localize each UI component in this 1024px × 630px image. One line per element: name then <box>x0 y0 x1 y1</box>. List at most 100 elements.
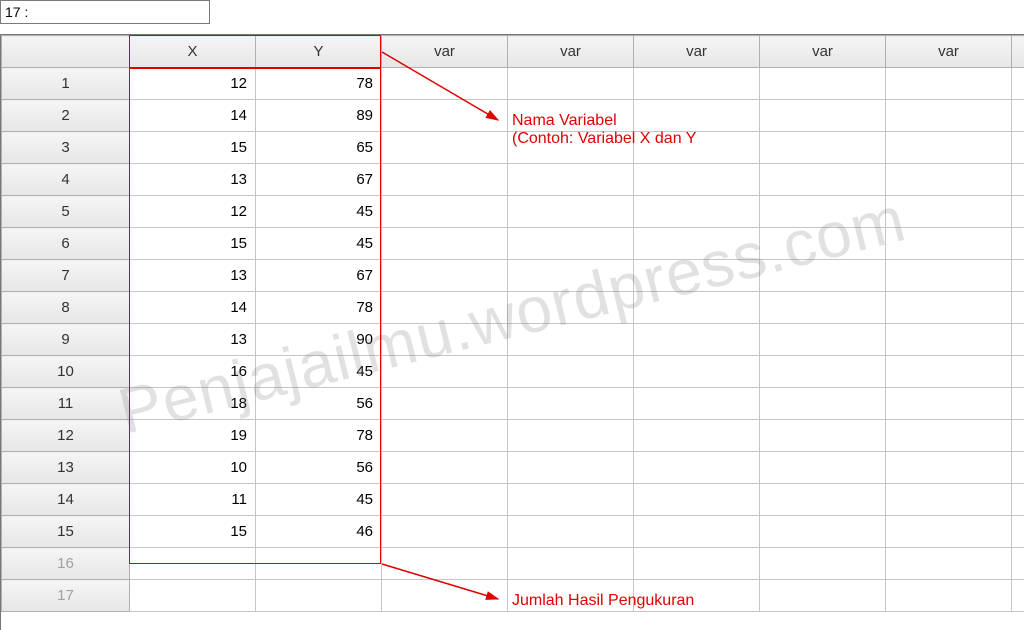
cell-empty[interactable] <box>760 580 886 612</box>
cell-empty[interactable] <box>760 260 886 292</box>
cell-y[interactable]: 46 <box>256 516 382 548</box>
cell-empty[interactable] <box>634 228 760 260</box>
cell-empty[interactable] <box>760 196 886 228</box>
cell-empty[interactable] <box>886 132 1012 164</box>
cell-empty[interactable] <box>508 548 634 580</box>
cell-empty[interactable] <box>1012 164 1024 196</box>
cell-empty[interactable] <box>382 132 508 164</box>
cell-empty[interactable] <box>886 452 1012 484</box>
cell-empty[interactable] <box>760 420 886 452</box>
cell-empty[interactable] <box>382 164 508 196</box>
column-header-x[interactable]: X <box>130 36 256 68</box>
cell-empty[interactable] <box>382 196 508 228</box>
cell-empty[interactable] <box>886 484 1012 516</box>
cell-y[interactable]: 78 <box>256 292 382 324</box>
column-header-var[interactable]: var <box>886 36 1012 68</box>
cell-empty[interactable] <box>1012 580 1024 612</box>
cell-x[interactable]: 15 <box>130 132 256 164</box>
cell-y[interactable]: 67 <box>256 260 382 292</box>
row-header[interactable]: 17 <box>2 580 130 612</box>
cell-empty[interactable] <box>886 548 1012 580</box>
cell-empty[interactable] <box>886 260 1012 292</box>
cell-empty[interactable] <box>382 228 508 260</box>
cell-empty[interactable] <box>886 516 1012 548</box>
cell-empty[interactable] <box>760 228 886 260</box>
cell-empty[interactable] <box>1012 484 1024 516</box>
cell-y[interactable]: 45 <box>256 228 382 260</box>
row-header[interactable]: 11 <box>2 388 130 420</box>
cell-empty[interactable] <box>760 356 886 388</box>
cell-empty[interactable] <box>1012 196 1024 228</box>
column-header-var[interactable]: var <box>382 36 508 68</box>
cell-empty[interactable] <box>508 292 634 324</box>
cell-empty[interactable] <box>760 292 886 324</box>
cell-x[interactable]: 13 <box>130 260 256 292</box>
cell-empty[interactable] <box>634 68 760 100</box>
cell-y[interactable]: 90 <box>256 324 382 356</box>
cell-x[interactable]: 18 <box>130 388 256 420</box>
cell-empty[interactable] <box>1012 228 1024 260</box>
cell-empty[interactable] <box>760 68 886 100</box>
row-header[interactable]: 15 <box>2 516 130 548</box>
cell-empty[interactable] <box>886 324 1012 356</box>
row-header[interactable]: 3 <box>2 132 130 164</box>
cell-empty[interactable] <box>382 388 508 420</box>
cell-reference-box[interactable]: 17 : <box>0 0 210 24</box>
cell-x[interactable]: 14 <box>130 292 256 324</box>
column-header-var[interactable]: var <box>760 36 886 68</box>
cell-x[interactable]: 14 <box>130 100 256 132</box>
cell-empty[interactable] <box>508 388 634 420</box>
cell-empty[interactable] <box>634 324 760 356</box>
cell-empty[interactable] <box>382 260 508 292</box>
cell-empty[interactable] <box>886 196 1012 228</box>
cell-x[interactable]: 16 <box>130 356 256 388</box>
row-header[interactable]: 13 <box>2 452 130 484</box>
cell-y[interactable]: 65 <box>256 132 382 164</box>
cell-empty[interactable] <box>634 484 760 516</box>
cell-empty[interactable] <box>508 324 634 356</box>
cell-empty[interactable] <box>886 164 1012 196</box>
cell-empty[interactable] <box>886 100 1012 132</box>
cell-empty[interactable] <box>382 324 508 356</box>
cell-empty[interactable] <box>760 516 886 548</box>
cell-empty[interactable] <box>634 356 760 388</box>
cell-y[interactable]: 78 <box>256 420 382 452</box>
cell-empty[interactable] <box>634 548 760 580</box>
cell-empty[interactable] <box>508 228 634 260</box>
cell-y[interactable]: 45 <box>256 484 382 516</box>
cell-empty[interactable] <box>1012 260 1024 292</box>
column-header-y[interactable]: Y <box>256 36 382 68</box>
cell-empty[interactable] <box>1012 452 1024 484</box>
row-header[interactable]: 9 <box>2 324 130 356</box>
cell-empty[interactable] <box>760 388 886 420</box>
cell-empty[interactable] <box>256 580 382 612</box>
cell-empty[interactable] <box>634 292 760 324</box>
cell-empty[interactable] <box>886 356 1012 388</box>
column-header-var[interactable]: var <box>508 36 634 68</box>
row-header[interactable]: 10 <box>2 356 130 388</box>
cell-empty[interactable] <box>382 548 508 580</box>
cell-x[interactable]: 15 <box>130 516 256 548</box>
cell-empty[interactable] <box>886 420 1012 452</box>
cell-empty[interactable] <box>508 260 634 292</box>
cell-empty[interactable] <box>1012 356 1024 388</box>
cell-empty[interactable] <box>508 196 634 228</box>
cell-empty[interactable] <box>634 420 760 452</box>
cell-empty[interactable] <box>634 196 760 228</box>
cell-empty[interactable] <box>508 516 634 548</box>
cell-x[interactable]: 12 <box>130 68 256 100</box>
cell-empty[interactable] <box>382 100 508 132</box>
corner-cell[interactable] <box>2 36 130 68</box>
cell-empty[interactable] <box>886 68 1012 100</box>
cell-empty[interactable] <box>382 292 508 324</box>
cell-empty[interactable] <box>1012 388 1024 420</box>
cell-x[interactable]: 13 <box>130 164 256 196</box>
cell-empty[interactable] <box>886 388 1012 420</box>
cell-empty[interactable] <box>886 580 1012 612</box>
cell-empty[interactable] <box>508 420 634 452</box>
row-header[interactable]: 7 <box>2 260 130 292</box>
cell-y[interactable]: 67 <box>256 164 382 196</box>
cell-empty[interactable] <box>382 484 508 516</box>
cell-empty[interactable] <box>1012 324 1024 356</box>
row-header[interactable]: 14 <box>2 484 130 516</box>
